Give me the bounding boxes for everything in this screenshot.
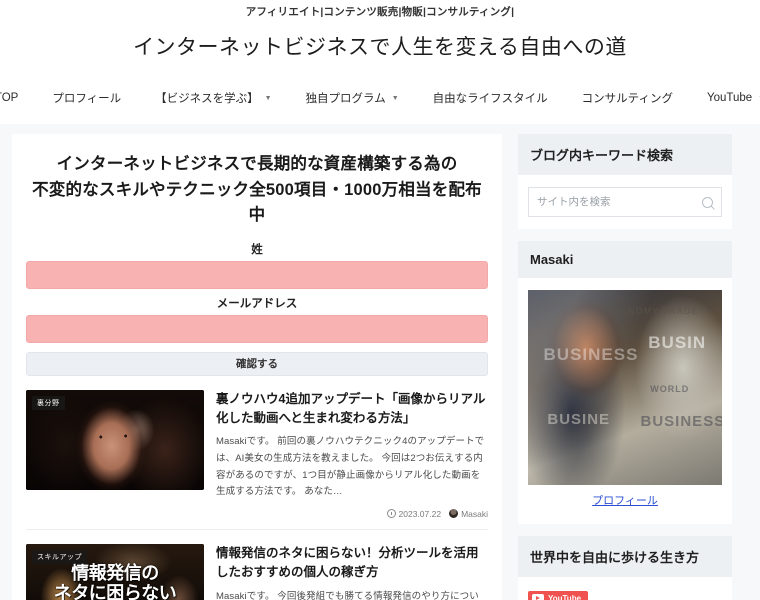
article-excerpt: Masakiです。 前回の裏ノウハウテクニック4のアップデートでは、AI美女の生… <box>216 436 485 498</box>
email-field-label: メールアドレス <box>216 297 298 310</box>
article-body: 裏ノウハウ4追加アップデート「画像からリアル化した動画へと生まれ変わる方法」 M… <box>216 390 488 519</box>
nav-item-profile[interactable]: プロフィール <box>35 84 138 112</box>
page-root: アフィリエイト|コンテンツ販売|物販|コンサルティング| インターネットビジネス… <box>0 0 760 600</box>
avatar <box>449 509 459 519</box>
widget-search-title: ブログ内キーワード検索 <box>518 134 732 175</box>
global-nav: TOP プロフィール 【ビジネスを学ぶ】 ▼ 独自プログラム ▼ 自由なライフス… <box>0 80 760 116</box>
image-word: BUSINESS <box>640 412 722 430</box>
nav-label: YouTube <box>706 92 753 104</box>
profile-link[interactable]: プロフィール <box>528 485 722 512</box>
site-header: インターネットビジネスで人生を変える自由への道 <box>0 22 760 70</box>
content-area: インターネットビジネスで長期的な資産構築する為の 不変的なスキルやテクニック全5… <box>0 124 760 600</box>
widget-profile: Masaki BUSINESS BUSIN BUSINE BUSINESS ec… <box>518 241 732 524</box>
youtube-label: YouTube <box>548 594 582 600</box>
widget-profile-body: BUSINESS BUSIN BUSINE BUSINESS economy t… <box>518 278 732 524</box>
article-meta: 2023.07.22 Masaki <box>216 509 488 519</box>
image-word: BUSIN <box>648 332 707 352</box>
category-badge[interactable]: 裏分野 <box>32 395 65 410</box>
email-input[interactable] <box>26 314 488 343</box>
article-author: Masaki <box>449 509 488 519</box>
nav-label: 自由なライフスタイル <box>432 93 548 105</box>
top-tagline-bar: アフィリエイト|コンテンツ販売|物販|コンサルティング| <box>0 0 760 22</box>
article-excerpt: Masakiです。 今回後発組でも勝てる情報発信のやり方について話をしていこうと… <box>216 590 479 600</box>
widget-lifestyle-body: YouTube <box>518 577 732 600</box>
youtube-badge[interactable]: YouTube <box>528 591 589 600</box>
article-thumbnail[interactable]: 情報発信の ネタに困らない ツール活用法 スキルアップ <box>26 543 204 600</box>
article-title[interactable]: 裏ノウハウ4追加アップデート「画像からリアル化した動画へと生まれ変わる方法」 <box>216 390 488 429</box>
search-input[interactable] <box>537 196 702 208</box>
article-date-text: 2023.07.22 <box>398 508 442 519</box>
nav-item-original-program[interactable]: 独自プログラム ▼ <box>289 84 416 112</box>
article-thumbnail[interactable]: 裏分野 <box>26 389 204 490</box>
nav-item-business[interactable]: 【ビジネスを学ぶ】 ▼ <box>138 84 288 112</box>
youtube-icon <box>532 594 544 600</box>
top-tagline-text: アフィリエイト|コンテンツ販売|物販|コンサルティング| <box>245 5 515 18</box>
chevron-down-icon: ▼ <box>391 94 399 102</box>
widget-profile-title: Masaki <box>518 241 732 278</box>
main-column: インターネットビジネスで長期的な資産構築する為の 不変的なスキルやテクニック全5… <box>12 134 502 600</box>
article-list-item[interactable]: 情報発信の ネタに困らない ツール活用法 スキルアップ 情報発信のネタに困らない… <box>26 530 488 600</box>
widget-search-body <box>518 175 732 229</box>
nav-item-lifestyle[interactable]: 自由なライフスタイル <box>416 84 565 112</box>
nav-label: 【ビジネスを学ぶ】 <box>155 93 259 105</box>
article-date: 2023.07.22 <box>386 508 442 519</box>
optin-headline: インターネットビジネスで長期的な資産構築する為の 不変的なスキルやテクニック全5… <box>26 152 488 229</box>
search-box[interactable] <box>528 187 722 217</box>
search-icon[interactable] <box>702 196 713 208</box>
image-word: economy trade <box>605 305 699 316</box>
image-word: BUSINE <box>547 410 611 428</box>
nav-item-youtube[interactable]: YouTube ▼ <box>690 86 760 110</box>
category-badge[interactable]: スキルアップ <box>32 549 87 564</box>
sidebar: ブログ内キーワード検索 Masaki BUSINESS BUSIN BUSINE… <box>518 134 732 600</box>
article-author-text: Masaki <box>461 508 488 519</box>
widget-lifestyle: 世界中を自由に歩ける生き方 YouTube <box>518 536 732 600</box>
chevron-down-icon: ▼ <box>264 94 272 102</box>
article-title[interactable]: 情報発信のネタに困らない！分析ツールを活用したおすすめの個人の稼ぎ方 <box>216 544 488 583</box>
optin-headline-line-2: 不変的なスキルやテクニック全500項目・1000万相当を配布中 <box>32 180 482 225</box>
name-input[interactable] <box>26 260 488 289</box>
article-list-item[interactable]: 裏分野 裏ノウハウ4追加アップデート「画像からリアル化した動画へと生まれ変わる方… <box>26 376 488 530</box>
nav-label: プロフィール <box>52 93 122 105</box>
nav-item-consulting[interactable]: コンサルティング <box>565 84 690 112</box>
nav-item-top[interactable]: TOP <box>0 86 35 110</box>
widget-search: ブログ内キーワード検索 <box>518 134 732 229</box>
confirm-submit-button[interactable]: 確認する <box>26 351 488 376</box>
nav-label: コンサルティング <box>581 93 673 105</box>
clock-icon <box>386 509 396 519</box>
article-body: 情報発信のネタに困らない！分析ツールを活用したおすすめの個人の稼ぎ方 Masak… <box>216 544 488 600</box>
site-title[interactable]: インターネットビジネスで人生を変える自由への道 <box>133 31 627 61</box>
name-field-label: 姓 <box>251 243 263 256</box>
image-word: BUSINESS <box>543 344 639 364</box>
widget-lifestyle-title: 世界中を自由に歩ける生き方 <box>518 536 732 577</box>
image-word: world <box>650 383 690 394</box>
optin-headline-line-1: インターネットビジネスで長期的な資産構築する為の <box>56 155 458 173</box>
nav-label: 独自プログラム <box>305 93 386 105</box>
optin-form-section: インターネットビジネスで長期的な資産構築する為の 不変的なスキルやテクニック全5… <box>26 152 488 376</box>
profile-image: BUSINESS BUSIN BUSINE BUSINESS economy t… <box>528 290 722 485</box>
nav-label: TOP <box>0 92 19 104</box>
